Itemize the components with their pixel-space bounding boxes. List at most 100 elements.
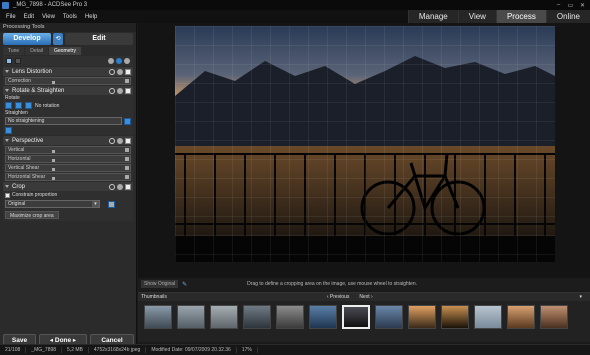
menu-tools[interactable]: Tools [63,14,77,20]
settings-icon[interactable] [124,58,130,64]
horizontal-shear-slider[interactable]: Horizontal Shear [5,173,131,181]
slider-value-box[interactable] [125,148,129,152]
constrain-label: Constrain proportion [12,192,58,198]
reset-icon[interactable] [117,137,123,144]
reset-icon[interactable] [117,183,123,190]
thumbnail[interactable] [177,305,205,329]
thumbnail[interactable] [375,305,403,329]
correction-slider[interactable]: Correction [5,77,131,85]
reset-icon[interactable] [117,87,123,94]
slider-value-box[interactable] [125,79,129,83]
photo-canvas[interactable] [175,26,555,262]
crop-hint: Drag to define a cropping area on the im… [247,281,417,287]
slider-thumb[interactable] [52,168,55,171]
geometry-toolbar [3,56,133,66]
develop-menu-icon[interactable]: ⟲ [53,33,63,45]
minimize-button[interactable]: – [554,2,563,9]
lens-distortion-section: Lens Distortion Correction [3,67,133,85]
section-label: Rotate & Straighten [12,87,65,94]
help-icon[interactable] [116,58,122,64]
rotate-right-icon[interactable] [15,102,22,109]
status-index: 21/108 [0,347,27,353]
status-modified: Modified Date: 09/07/2009 20.32.36 [146,347,237,353]
enable-checkbox[interactable] [125,87,131,94]
straighten-value: No straightening [8,118,45,124]
thumbnail[interactable] [408,305,436,329]
rotate-left-icon[interactable] [5,102,12,109]
straighten-tool-icon[interactable] [124,117,131,125]
next-link[interactable]: Next › [359,294,372,300]
gear-icon[interactable] [109,68,115,75]
lens-distortion-header[interactable]: Lens Distortion [3,67,133,76]
slider-thumb[interactable] [52,177,55,180]
reset-icon[interactable] [117,68,123,75]
menu-help[interactable]: Help [85,14,97,20]
thumbnail[interactable] [342,305,370,329]
gear-icon[interactable] [109,137,115,144]
mode-tabs: Manage View Process Online [407,10,590,23]
tab-geometry[interactable]: Geometry [49,47,81,55]
maximize-button[interactable]: ▭ [566,2,575,9]
collapse-icon [5,89,9,92]
menu-edit[interactable]: Edit [24,14,34,20]
slider-value-box[interactable] [125,166,129,170]
vertical-slider[interactable]: Vertical [5,146,131,154]
thumbnail[interactable] [540,305,568,329]
tab-detail[interactable]: Detail [25,47,49,55]
perspective-section: Perspective Vertical Horizontal Vertical… [3,136,133,181]
menu-view[interactable]: View [42,14,55,20]
crop-header[interactable]: Crop [3,182,133,191]
slider-thumb[interactable] [52,159,55,162]
mode-tab-view[interactable]: View [457,10,496,23]
rotate-straighten-section: Rotate & Straighten Rotate No rotation S… [3,86,133,135]
mode-tab-process[interactable]: Process [495,10,546,23]
slider-value-box[interactable] [125,175,129,179]
rotate-straighten-header[interactable]: Rotate & Straighten [3,86,133,95]
chevron-down-icon[interactable]: ▾ [579,294,582,300]
pin-icon[interactable]: ✎ [182,281,187,288]
compare-icon[interactable] [15,58,21,64]
slider-thumb[interactable] [52,81,55,84]
thumbnail[interactable] [507,305,535,329]
thumbnail[interactable] [210,305,238,329]
develop-button[interactable]: Develop [3,33,51,45]
enable-checkbox[interactable] [125,183,131,190]
swap-orientation-icon[interactable] [108,200,115,208]
previous-link[interactable]: ‹ Previous [327,294,350,300]
gear-icon[interactable] [109,87,115,94]
constrain-proportion-row[interactable]: Constrain proportion [3,191,133,199]
tab-tune[interactable]: Tune [3,47,25,55]
thumbnail[interactable] [474,305,502,329]
constrain-checkbox[interactable] [5,192,10,198]
slider-thumb[interactable] [52,150,55,153]
photo-image[interactable] [175,26,555,262]
horizontal-slider[interactable]: Horizontal [5,155,131,163]
thumbnail[interactable] [243,305,271,329]
menu-file[interactable]: File [6,14,16,20]
mode-tab-manage[interactable]: Manage [407,10,458,23]
close-button[interactable]: ✕ [578,2,587,9]
thumbnail[interactable] [144,305,172,329]
gear-icon[interactable] [109,183,115,190]
straighten-line-icon[interactable] [5,127,12,134]
show-original-button[interactable]: Show Original [141,280,179,288]
ratio-select[interactable]: Original ▾ [5,200,100,208]
maximize-crop-button[interactable]: Maximize crop area [5,211,59,219]
histogram-icon[interactable] [6,58,12,64]
vertical-shear-slider[interactable]: Vertical Shear [5,164,131,172]
enable-checkbox[interactable] [125,137,131,144]
mode-tab-online[interactable]: Online [545,10,590,23]
enable-checkbox[interactable] [125,68,131,75]
thumbnail[interactable] [441,305,469,329]
status-filename: _MG_7898 [26,347,63,353]
straighten-field[interactable]: No straightening [5,117,122,125]
thumbnail[interactable] [276,305,304,329]
slider-value-box[interactable] [125,157,129,161]
flip-icon[interactable] [25,102,32,109]
reset-icon[interactable] [108,58,114,64]
ratio-value: Original [8,201,26,207]
status-image-info: 4752x3168x24b jpeg [89,347,147,353]
edit-button[interactable]: Edit [65,33,133,45]
thumbnail[interactable] [309,305,337,329]
perspective-header[interactable]: Perspective [3,136,133,145]
